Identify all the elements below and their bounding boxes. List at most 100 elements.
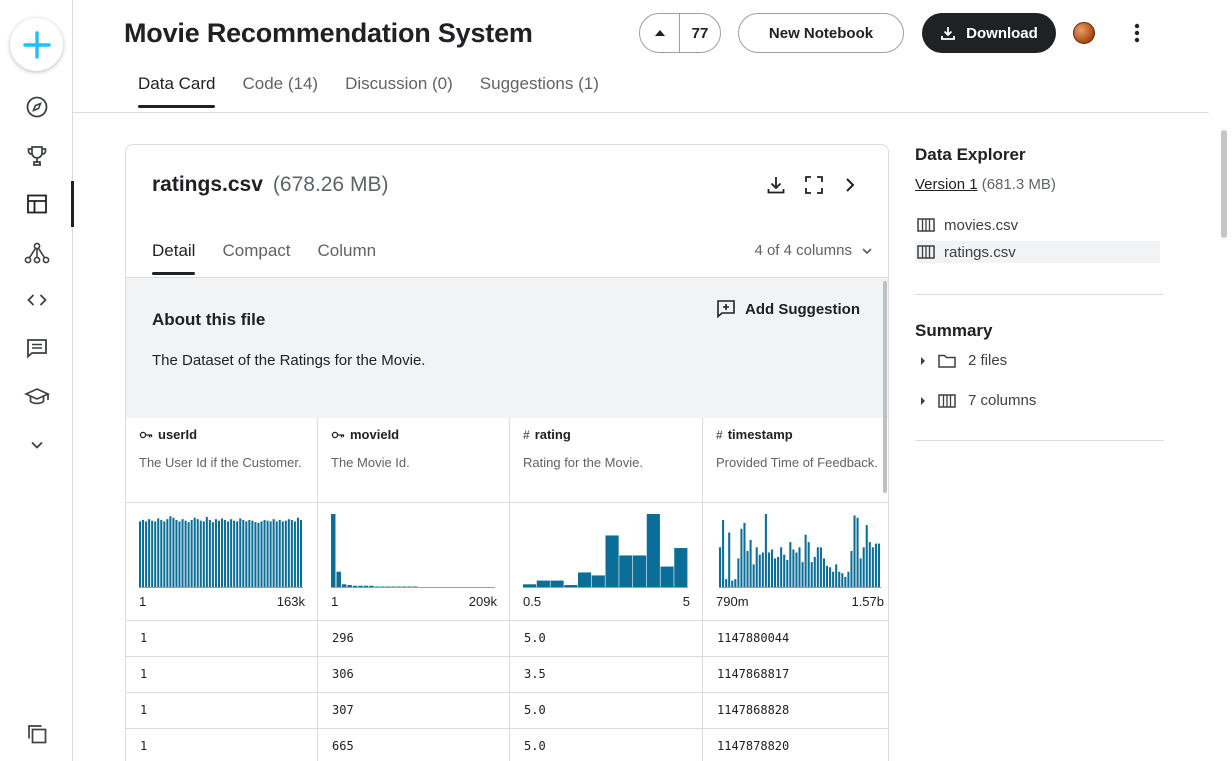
histogram-bar[interactable] [646, 514, 660, 588]
explorer-file-movies[interactable]: movies.csv [915, 214, 1160, 236]
histogram-bar[interactable] [296, 517, 299, 588]
histogram-bar[interactable] [211, 522, 214, 588]
nav-discussions[interactable] [0, 325, 73, 371]
histogram-bar[interactable] [868, 542, 871, 588]
histogram-bar[interactable] [789, 542, 792, 588]
histogram-bar[interactable] [819, 547, 822, 588]
histogram-bar[interactable] [230, 519, 233, 588]
histogram-bar[interactable] [281, 521, 284, 588]
histogram-bar[interactable] [844, 576, 847, 588]
histogram-bar[interactable] [257, 522, 260, 588]
histogram-bar[interactable] [166, 519, 169, 588]
histogram-bar[interactable] [755, 547, 758, 588]
histogram-bar[interactable] [591, 575, 605, 588]
histogram-bar[interactable] [187, 522, 190, 588]
histogram-bar[interactable] [777, 556, 780, 588]
histogram-bar[interactable] [734, 579, 737, 588]
histogram-bar[interactable] [263, 519, 266, 588]
histogram-bar[interactable] [214, 519, 217, 588]
histogram-bar[interactable] [254, 522, 257, 588]
histogram-bar[interactable] [245, 521, 248, 588]
histogram-bar[interactable] [660, 566, 674, 588]
histogram-bar[interactable] [813, 556, 816, 588]
nav-code[interactable] [0, 277, 73, 323]
histogram-bar[interactable] [172, 517, 175, 588]
histogram-bar[interactable] [719, 547, 722, 588]
histogram-bar[interactable] [746, 551, 749, 588]
histogram-bar[interactable] [795, 552, 798, 588]
histogram-bar[interactable] [205, 516, 208, 588]
histogram-bar[interactable] [251, 520, 254, 588]
histogram-bar[interactable] [633, 555, 647, 588]
histogram-bar[interactable] [221, 518, 224, 588]
histogram-bar[interactable] [178, 521, 181, 588]
histogram-bar[interactable] [272, 519, 275, 588]
histogram-bar[interactable] [859, 558, 862, 588]
histogram-bar[interactable] [853, 515, 856, 588]
histogram-bar[interactable] [145, 521, 148, 588]
histogram-bar[interactable] [764, 514, 767, 588]
histogram-bar[interactable] [786, 559, 789, 588]
summary-files[interactable]: 2 files [920, 352, 1007, 369]
more-options-button[interactable] [1122, 18, 1152, 48]
nav-competitions[interactable] [0, 133, 73, 179]
histogram-bar[interactable] [731, 580, 734, 588]
histogram-bar[interactable] [578, 572, 592, 588]
new-notebook-button[interactable]: New Notebook [738, 13, 904, 53]
histogram-bar[interactable] [269, 521, 272, 588]
nav-learn[interactable] [0, 374, 73, 420]
histogram-bar[interactable] [260, 521, 263, 588]
histogram-bar[interactable] [841, 573, 844, 588]
nav-datasets[interactable] [0, 181, 74, 227]
histogram-bar[interactable] [217, 520, 220, 588]
download-button[interactable]: Download [922, 13, 1056, 53]
histogram-bar[interactable] [196, 519, 199, 588]
histogram-bar[interactable] [761, 552, 764, 588]
histogram-bar[interactable] [619, 555, 633, 588]
histogram-bar[interactable] [874, 543, 877, 588]
histogram-bar[interactable] [536, 580, 550, 588]
histogram-bar[interactable] [266, 520, 269, 588]
nav-models[interactable] [0, 230, 73, 276]
histogram-bar[interactable] [743, 522, 746, 588]
tab-column[interactable]: Column [318, 241, 377, 275]
histogram-bar[interactable] [758, 554, 761, 588]
add-suggestion-button[interactable]: Add Suggestion [716, 299, 860, 319]
histogram-bar[interactable] [199, 520, 202, 588]
histogram-bar[interactable] [248, 519, 251, 588]
histogram-bar[interactable] [550, 580, 564, 588]
tab-discussion[interactable]: Discussion (0) [345, 74, 453, 108]
histogram-bar[interactable] [175, 519, 178, 588]
create-button[interactable] [10, 18, 63, 71]
histogram-bar[interactable] [284, 520, 287, 588]
histogram-bar[interactable] [202, 521, 205, 588]
tab-compact[interactable]: Compact [222, 241, 290, 275]
histogram-bar[interactable] [169, 516, 172, 588]
histogram-bar[interactable] [163, 521, 166, 588]
histogram-bar[interactable] [278, 519, 281, 588]
histogram-bar[interactable] [190, 519, 193, 588]
histogram-bar[interactable] [290, 519, 293, 588]
histogram-bar[interactable] [767, 552, 770, 588]
histogram-bar[interactable] [770, 549, 774, 588]
histogram-bar[interactable] [151, 520, 154, 588]
histogram-bar[interactable] [829, 567, 832, 588]
histogram-bar[interactable] [208, 519, 211, 588]
card-scrollbar[interactable] [883, 281, 887, 493]
tab-data-card[interactable]: Data Card [138, 74, 216, 108]
histogram-bar[interactable] [810, 562, 813, 588]
histogram-bar[interactable] [847, 571, 850, 588]
histogram-bar[interactable] [674, 548, 688, 588]
histogram-bar[interactable] [336, 571, 341, 588]
histogram-bar[interactable] [801, 562, 804, 588]
histogram-bar[interactable] [798, 547, 801, 588]
histogram-bar[interactable] [835, 564, 838, 588]
nav-explore[interactable] [0, 84, 73, 130]
tab-detail[interactable]: Detail [152, 241, 196, 275]
column-count-dropdown[interactable]: 4 of 4 columns [754, 242, 874, 259]
histogram-bar[interactable] [233, 520, 236, 588]
histogram-bar[interactable] [838, 571, 841, 588]
histogram-bar[interactable] [181, 519, 184, 588]
histogram-bar[interactable] [832, 571, 835, 588]
histogram-bar[interactable] [749, 539, 752, 588]
